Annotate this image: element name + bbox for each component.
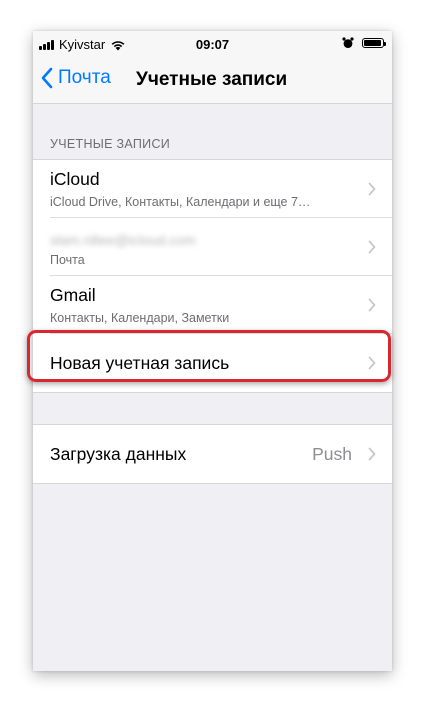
alarm-icon: [342, 37, 354, 48]
account-row-icloud[interactable]: iCloud iCloud Drive, Контакты, Календари…: [33, 160, 392, 218]
phone-screen: Kyivstar 09:07 Почта Учетные записи УЧЕТ…: [33, 31, 392, 671]
chevron-right-icon: [368, 447, 376, 461]
row-title-blurred-email: slam.n8ee@icloud.com: [50, 232, 196, 248]
row-subtitle: Контакты, Календари, Заметки: [50, 311, 230, 325]
chevron-right-icon: [368, 182, 376, 196]
chevron-right-icon: [368, 240, 376, 254]
row-title: Новая учетная запись: [50, 353, 230, 373]
accounts-list: iCloud iCloud Drive, Контакты, Календари…: [33, 159, 392, 393]
page-title: Учетные записи: [136, 69, 288, 90]
row-title: iCloud: [50, 169, 100, 189]
account-row-gmail[interactable]: Gmail Контакты, Календари, Заметки: [33, 276, 392, 334]
add-account-row[interactable]: Новая учетная запись: [33, 334, 392, 392]
row-subtitle: Почта: [50, 253, 85, 267]
status-time: 09:07: [195, 37, 230, 52]
fetch-settings-list: Загрузка данных Push: [33, 424, 392, 484]
back-label: Почта: [58, 67, 111, 88]
fetch-new-data-row[interactable]: Загрузка данных Push: [33, 425, 392, 483]
chevron-left-icon: [41, 67, 53, 89]
row-subtitle: iCloud Drive, Контакты, Календари и еще …: [50, 195, 311, 209]
status-bar: Kyivstar 09:07: [33, 31, 392, 57]
navigation-bar: Почта Учетные записи: [33, 57, 392, 104]
status-right: [342, 37, 386, 49]
battery-level: [364, 40, 382, 46]
chevron-right-icon: [368, 298, 376, 312]
row-title: Gmail: [50, 285, 96, 305]
section-header-accounts: УЧЕТНЫЕ ЗАПИСИ: [50, 137, 171, 151]
fetch-mode-value: Push: [312, 444, 352, 464]
back-button[interactable]: Почта: [41, 67, 111, 89]
chevron-right-icon: [368, 356, 376, 370]
battery-icon: [362, 38, 386, 48]
account-row-icloud-mail[interactable]: slam.n8ee@icloud.com Почта: [33, 218, 392, 276]
row-title: Загрузка данных: [50, 444, 187, 464]
